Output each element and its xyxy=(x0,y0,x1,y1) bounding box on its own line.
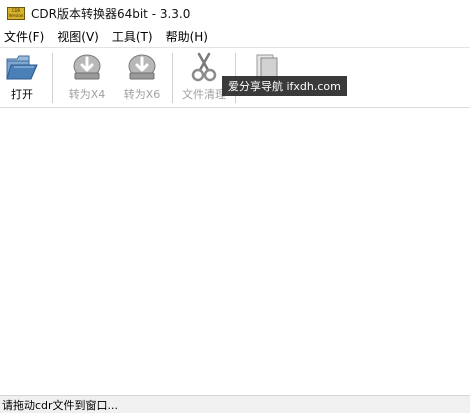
convert-x6-button[interactable]: 转为X6 xyxy=(117,50,167,106)
convert-icon xyxy=(123,50,161,84)
convert-x6-label: 转为X6 xyxy=(123,88,161,101)
title-bar[interactable]: CDR Version CDR版本转换器64bit - 3.3.0 xyxy=(0,0,470,26)
open-label: 打开 xyxy=(11,88,33,101)
menu-bar: 文件(F) 视图(V) 工具(T) 帮助(H) xyxy=(0,26,470,48)
menu-help[interactable]: 帮助(H) xyxy=(160,28,215,45)
convert-x4-label: 转为X4 xyxy=(68,88,106,101)
file-clean-label: 文件清理 xyxy=(182,88,226,101)
drop-area[interactable] xyxy=(0,108,470,395)
status-bar: 请拖动cdr文件到窗口... xyxy=(0,395,470,413)
scissors-icon xyxy=(185,50,223,84)
folder-open-icon xyxy=(3,50,41,84)
watermark-overlay: 爱分享导航 ifxdh.com xyxy=(222,76,347,96)
toolbar-separator xyxy=(52,53,53,103)
menu-file[interactable]: 文件(F) xyxy=(0,28,51,45)
menu-tools[interactable]: 工具(T) xyxy=(106,28,160,45)
convert-icon xyxy=(68,50,106,84)
toolbar-separator xyxy=(172,53,173,103)
menu-view[interactable]: 视图(V) xyxy=(51,28,106,45)
app-logo-text-bottom: Version xyxy=(8,13,24,18)
window-title: CDR版本转换器64bit - 3.3.0 xyxy=(31,6,191,21)
app-logo-icon: CDR Version xyxy=(7,6,25,20)
open-button[interactable]: 打开 xyxy=(2,50,42,106)
status-text: 请拖动cdr文件到窗口... xyxy=(2,398,119,412)
convert-x4-button[interactable]: 转为X4 xyxy=(62,50,112,106)
